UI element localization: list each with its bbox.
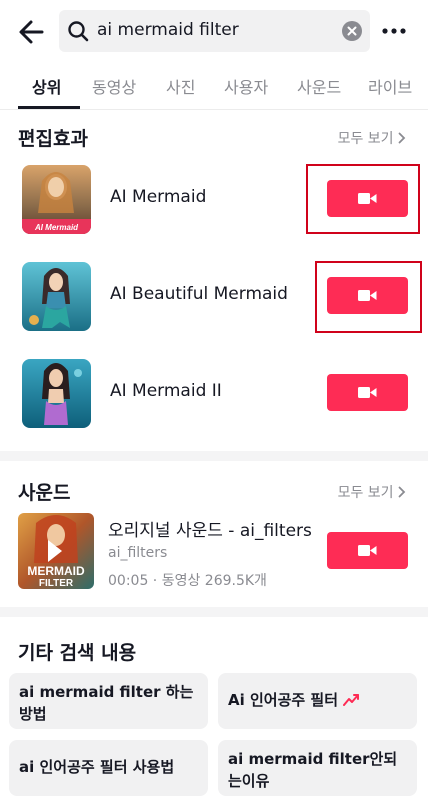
section-divider [0,607,428,617]
more-horizontal-icon [382,28,406,34]
sound-author[interactable]: ai_filters [108,545,167,561]
sound-thumbnail[interactable]: MERMAID FILTER [18,513,94,589]
sound-title[interactable]: 오리지널 사운드 - ai_filters [108,516,312,541]
video-camera-icon [358,387,377,398]
use-sound-button[interactable] [327,532,408,569]
close-icon [347,26,357,36]
effect-name: AI Beautiful Mermaid [110,284,288,304]
related-search-chip[interactable]: ai 인어공주 필터 사용법 [9,740,208,796]
search-query-text[interactable]: ai mermaid filter [97,20,239,40]
video-camera-icon [358,545,377,556]
clear-search-button[interactable] [342,21,362,41]
effect-thumbnail [22,359,91,428]
arrow-left-icon [19,20,44,44]
see-all-label: 모두 보기 [337,485,394,501]
tab-sounds[interactable]: 사운드 [297,74,341,98]
related-search-label: ai mermaid filter안되는이유 [228,750,398,790]
effect-name: AI Mermaid [110,187,207,207]
effect-name: AI Mermaid II [110,381,222,401]
thumb-caption: AI Mermaid [34,223,79,232]
section-divider [0,451,428,461]
tab-users[interactable]: 사용자 [224,74,268,98]
trending-up-icon [343,694,360,706]
use-effect-button[interactable] [327,374,408,411]
search-icon [68,21,89,42]
search-tabs: 상위 동영상 사진 사용자 사운드 라이브 [0,62,428,110]
related-search-chip[interactable]: Ai 인어공주 필터 [218,673,417,729]
more-options-button[interactable] [380,20,410,42]
other-searches-title: 기타 검색 내용 [18,642,137,664]
tab-top[interactable]: 상위 [32,74,61,98]
active-tab-indicator [18,106,80,109]
sounds-section-title: 사운드 [18,482,71,504]
highlight-box [315,261,422,333]
effect-thumbnail: AI Mermaid [22,165,91,234]
sounds-see-all-link[interactable]: 모두 보기 [338,482,406,502]
related-search-label: Ai 인어공주 필터 [228,691,338,709]
back-button[interactable] [14,14,50,50]
chevron-right-icon [398,486,406,498]
effect-item-ai-mermaid-ii[interactable]: AI Mermaid II [0,353,428,433]
thumb-text: MERMAID [27,564,85,578]
search-header: ai mermaid filter [0,0,428,62]
tab-photos[interactable]: 사진 [166,74,195,98]
chevron-right-icon [398,132,406,144]
related-search-chip[interactable]: ai mermaid filter안되는이유 [218,740,417,796]
related-search-label: ai 인어공주 필터 사용법 [19,758,175,776]
effect-thumbnail [22,262,91,331]
sound-meta: 00:05 · 동영상 269.5K개 [108,573,267,589]
see-all-label: 모두 보기 [337,131,394,147]
tab-videos[interactable]: 동영상 [92,74,136,98]
tab-live[interactable]: 라이브 [368,74,412,98]
related-search-chip[interactable]: ai mermaid filter 하는 방법 [9,673,208,729]
thumb-text: FILTER [39,578,74,589]
effects-section-title: 편집효과 [18,128,88,150]
related-search-label: ai mermaid filter 하는 방법 [19,683,194,723]
highlight-box [306,164,420,234]
search-input[interactable]: ai mermaid filter [59,10,370,52]
effects-see-all-link[interactable]: 모두 보기 [338,128,406,148]
